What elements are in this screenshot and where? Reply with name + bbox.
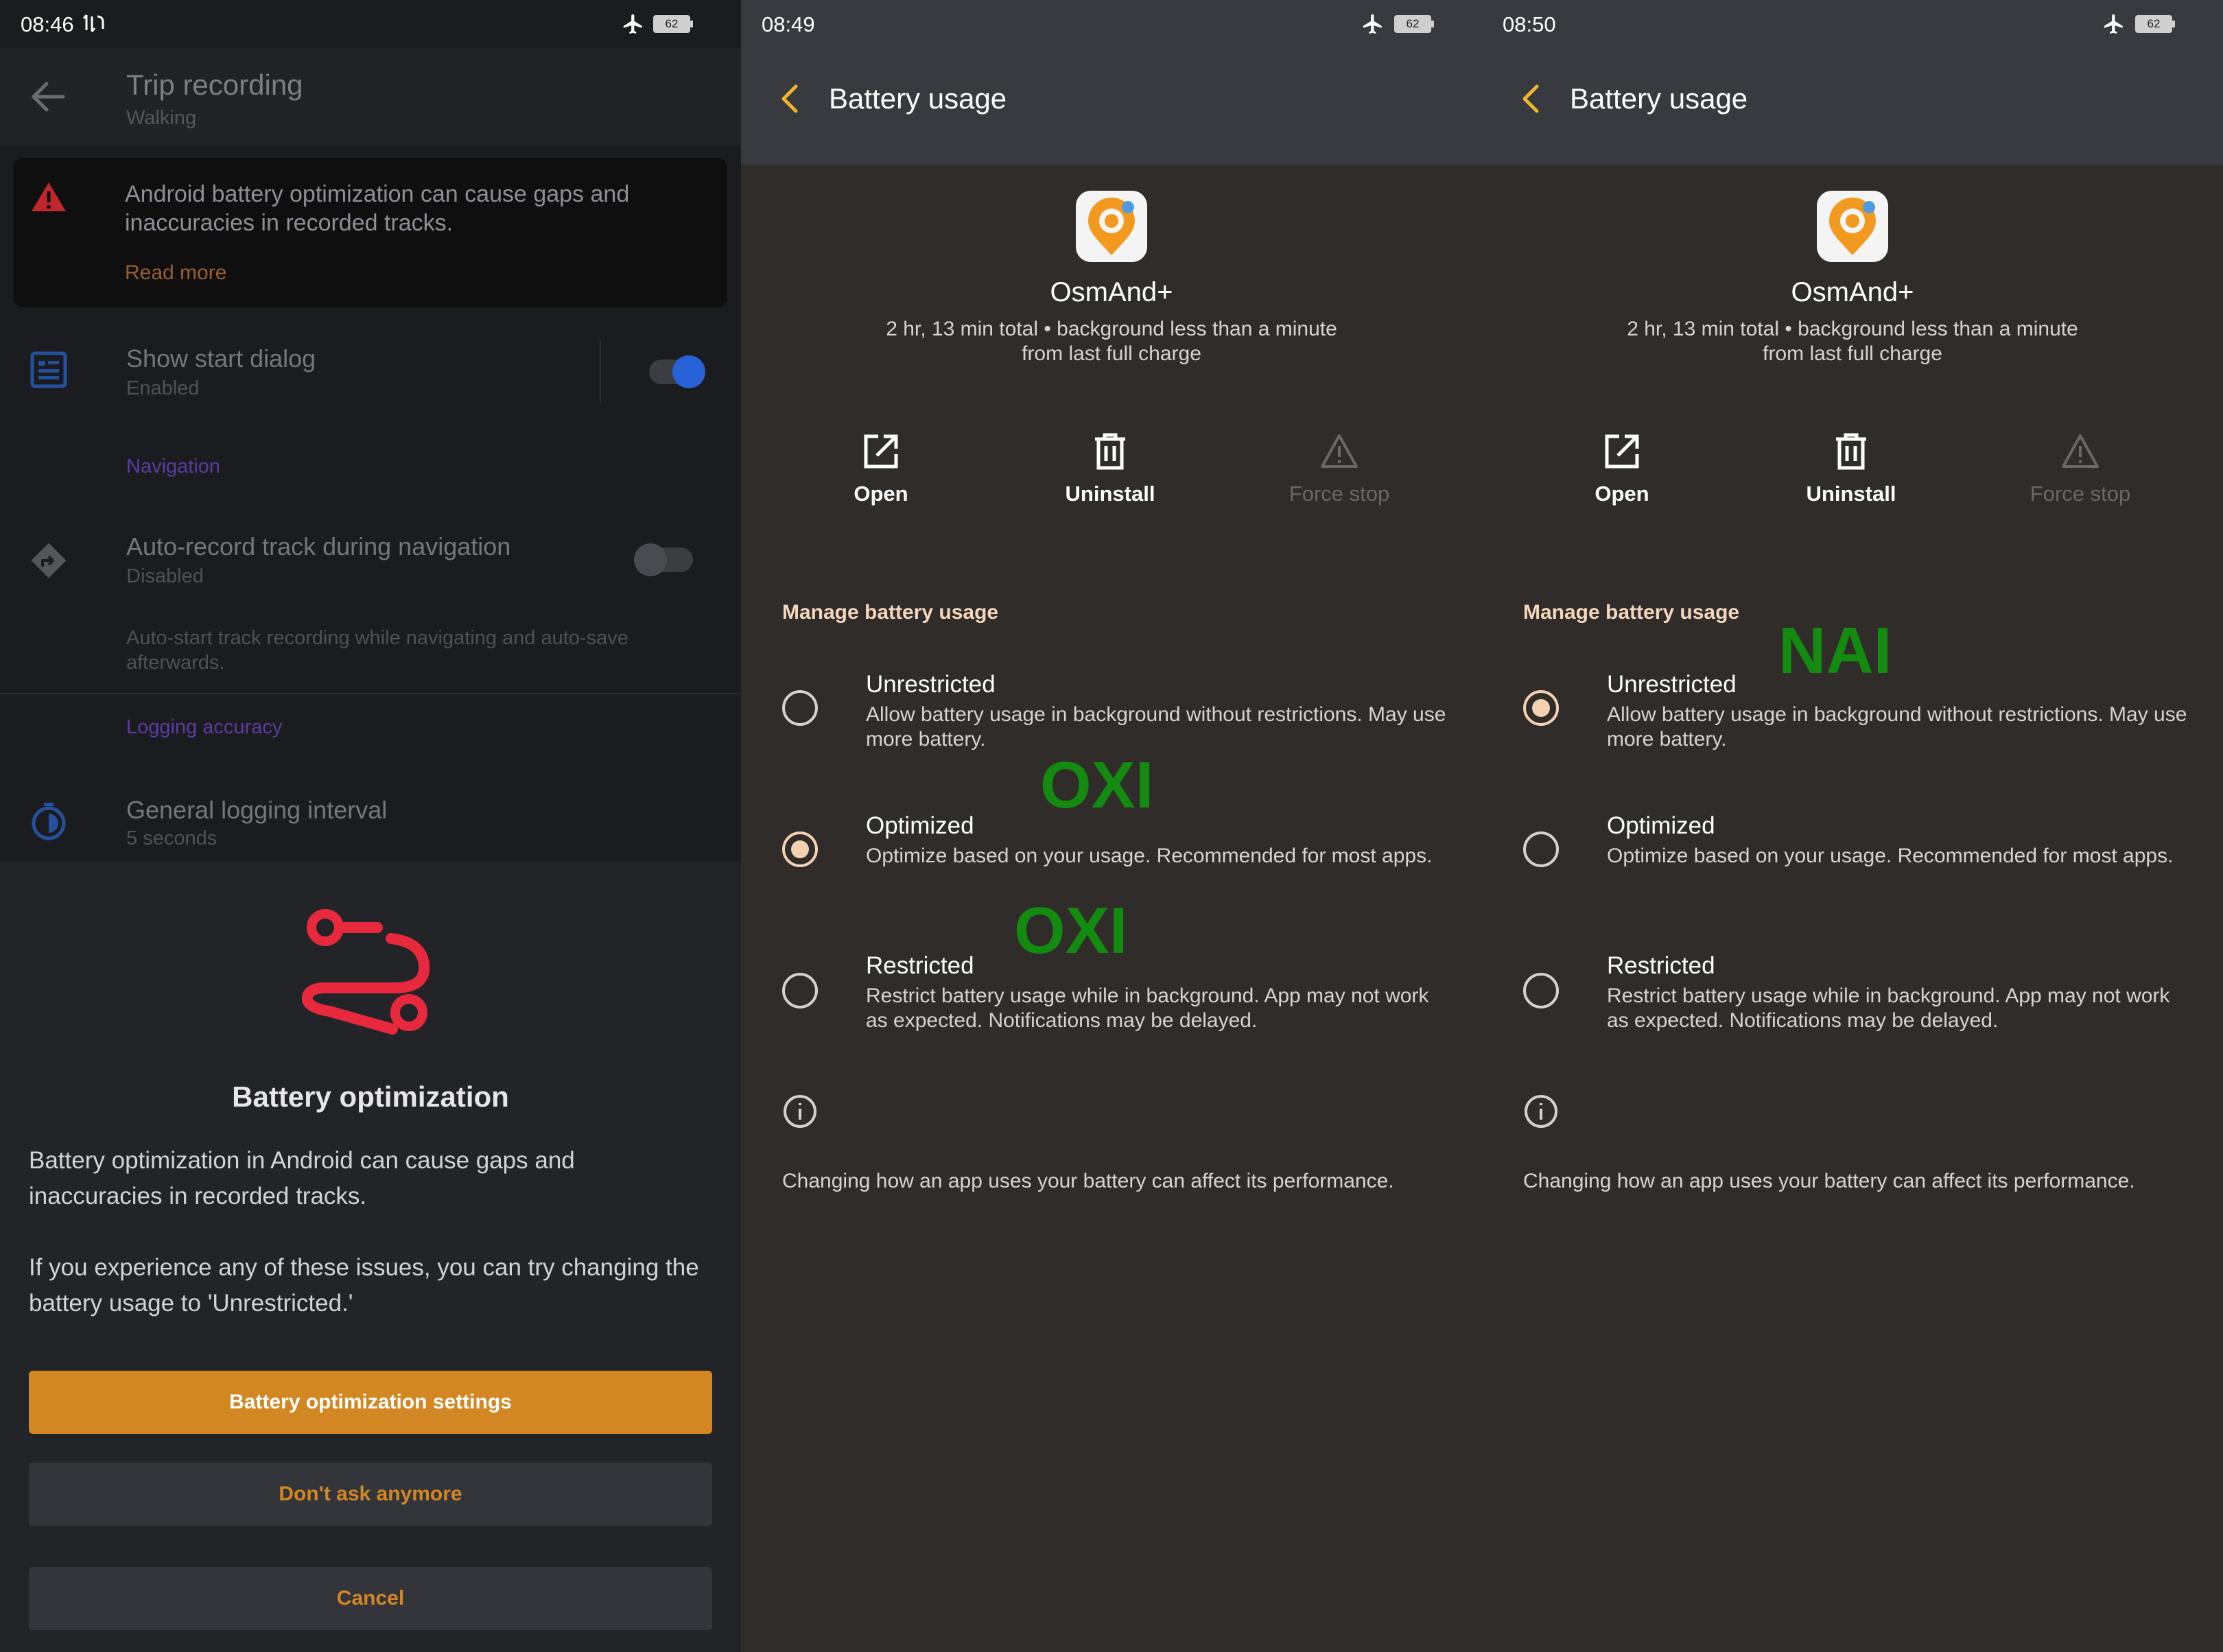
optimized-description: Optimize based on your usage. Recommende…: [1607, 845, 2174, 867]
info-icon: [1525, 1095, 1557, 1128]
sheet-paragraph-1: Battery optimization in Android can caus…: [29, 1147, 575, 1210]
trash-icon[interactable]: [1832, 432, 1870, 471]
sheet-paragraph-2: If you experience any of these issues, y…: [29, 1254, 699, 1317]
timer-icon: [32, 803, 66, 840]
battery-tip: [690, 21, 693, 27]
divider: [0, 693, 741, 694]
section-navigation: Navigation: [126, 456, 221, 477]
optimized-description: Optimize based on your usage. Recommende…: [866, 845, 1433, 867]
battery-tip: [1431, 21, 1434, 27]
alert-triangle-icon: [1321, 434, 1358, 468]
restricted-title: Restricted: [1607, 952, 1715, 979]
app-name: OsmAnd+: [1050, 277, 1173, 307]
app-usage-line-2: from last full charge: [1763, 342, 1942, 365]
dialog-icon: [30, 351, 67, 388]
page-title: Battery usage: [829, 82, 1007, 115]
uninstall-button[interactable]: Uninstall: [1028, 482, 1192, 506]
app-usage-line-1: 2 hr, 13 min total • background less tha…: [1627, 318, 2078, 340]
show-start-dialog-label: Show start dialog: [126, 344, 316, 373]
show-start-dialog-toggle[interactable]: [649, 355, 705, 388]
open-button[interactable]: Open: [799, 482, 963, 506]
logging-interval-label: General logging interval: [126, 796, 388, 824]
optimized-radio[interactable]: [782, 831, 818, 867]
info-icon: [784, 1095, 816, 1128]
battery-indicator: 62: [1394, 15, 1431, 33]
status-time: 08:49: [762, 12, 815, 36]
restricted-description: Restrict battery usage while in backgrou…: [1607, 984, 2170, 1032]
footer-note: Changing how an app uses your battery ca…: [1523, 1170, 2135, 1192]
alert-triangle-icon: [2062, 434, 2099, 468]
status-time: 08:50: [1503, 12, 1556, 36]
restricted-description: Restrict battery usage while in backgrou…: [866, 984, 1429, 1032]
dont-ask-anymore-button[interactable]: Don't ask anymore: [29, 1463, 712, 1526]
toolbar: [0, 48, 741, 145]
battery-usage-screen-unrestricted: 08:50 62 Battery usage OsmAnd+ 2 hr, 13 …: [1482, 0, 2223, 1652]
uninstall-button[interactable]: Uninstall: [1769, 482, 1933, 506]
back-chevron-icon[interactable]: [1520, 84, 1540, 114]
restricted-radio[interactable]: [782, 973, 818, 1008]
unrestricted-radio[interactable]: [1523, 690, 1559, 726]
optimized-title: Optimized: [1607, 812, 1715, 839]
auto-record-value: Disabled: [126, 565, 204, 587]
annotation-nai-unrestricted: NAI: [1778, 614, 1892, 687]
optimized-radio[interactable]: [1523, 831, 1559, 867]
unrestricted-title: Unrestricted: [866, 671, 996, 698]
page-title: Trip recording: [126, 69, 303, 101]
app-name: OsmAnd+: [1791, 277, 1914, 307]
app-usage-line-2: from last full charge: [1022, 342, 1201, 365]
unrestricted-radio[interactable]: [782, 690, 818, 726]
open-button[interactable]: Open: [1540, 482, 1704, 506]
auto-record-label: Auto-record track during navigation: [126, 532, 511, 560]
airplane-mode-icon: [2104, 14, 2123, 34]
status-time: 08:46: [21, 12, 74, 36]
route-icon: [302, 909, 430, 1035]
battery-tip: [2172, 21, 2175, 27]
auto-record-description: Auto-start track recording while navigat…: [126, 627, 628, 674]
cancel-button[interactable]: Cancel: [29, 1567, 712, 1630]
battery-indicator: 62: [2135, 15, 2172, 33]
restricted-radio[interactable]: [1523, 973, 1559, 1008]
trash-icon[interactable]: [1091, 432, 1129, 471]
osmand-app-icon: [1817, 191, 1888, 262]
auto-record-toggle[interactable]: [634, 543, 693, 576]
read-more-link[interactable]: Read more: [125, 261, 226, 285]
trip-recording-screen: 08:46 62 Trip recording Walking Android …: [0, 0, 741, 1652]
force-stop-button: Force stop: [2030, 482, 2131, 506]
sheet-title: Battery optimization: [232, 1081, 509, 1113]
navigation-icon: [31, 543, 67, 578]
back-chevron-icon[interactable]: [779, 84, 799, 114]
toggle-thumb: [672, 355, 705, 388]
airplane-mode-icon: [623, 14, 642, 34]
unrestricted-description: Allow battery usage in background withou…: [866, 703, 1446, 751]
force-stop-button: Force stop: [1289, 482, 1390, 506]
airplane-mode-icon: [1363, 14, 1382, 34]
osmand-app-icon: [1076, 191, 1147, 262]
page-subtitle: Walking: [126, 107, 197, 129]
footer-note: Changing how an app uses your battery ca…: [782, 1170, 1394, 1192]
battery-indicator: 62: [653, 15, 690, 33]
manage-battery-usage-header: Manage battery usage: [782, 601, 999, 624]
warning-triangle-icon: [32, 182, 66, 211]
logging-interval-value: 5 seconds: [126, 827, 217, 849]
section-logging-accuracy: Logging accuracy: [126, 716, 283, 738]
unrestricted-description: Allow battery usage in background withou…: [1607, 703, 2187, 751]
annotation-oxi-optimized: OXI: [1040, 748, 1154, 822]
annotation-oxi-restricted: OXI: [1014, 894, 1128, 967]
manage-battery-usage-header: Manage battery usage: [1523, 601, 1740, 624]
battery-usage-screen-optimized: 08:49 62 Battery usage OsmAnd+ 2 hr, 13 …: [741, 0, 1482, 1652]
app-usage-line-1: 2 hr, 13 min total • background less tha…: [886, 318, 1337, 340]
vertical-divider: [600, 339, 601, 402]
sync-icon: [82, 14, 104, 32]
open-external-icon[interactable]: [862, 432, 900, 471]
open-external-icon[interactable]: [1603, 432, 1641, 471]
toggle-thumb: [634, 543, 667, 576]
page-title: Battery usage: [1570, 82, 1748, 115]
optimized-title: Optimized: [866, 812, 974, 839]
warning-text: Android battery optimization can cause g…: [125, 181, 630, 236]
unrestricted-title: Unrestricted: [1607, 671, 1737, 698]
battery-optimization-settings-button[interactable]: Battery optimization settings: [29, 1371, 712, 1434]
show-start-dialog-value: Enabled: [126, 377, 200, 399]
restricted-title: Restricted: [866, 952, 974, 979]
back-arrow-icon[interactable]: [30, 81, 66, 113]
